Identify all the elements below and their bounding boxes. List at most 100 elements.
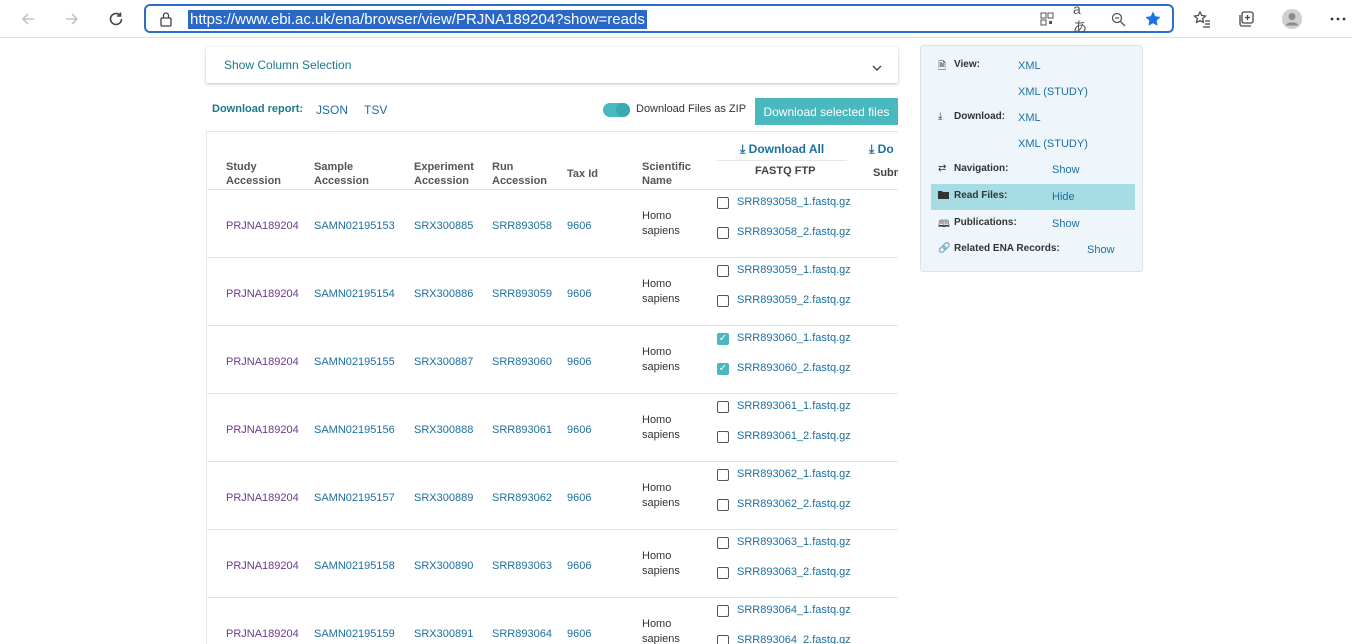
fastq-file-link[interactable]: SRR893059_2.fastq.gz — [737, 294, 851, 306]
file-checkbox[interactable]: ✓ — [717, 363, 729, 375]
tax-id-link[interactable]: 9606 — [567, 220, 591, 232]
file-checkbox[interactable] — [717, 295, 729, 307]
fastq-file-link[interactable]: SRR893062_1.fastq.gz — [737, 468, 851, 480]
download-xml-link[interactable]: XML — [1018, 112, 1041, 124]
run-accession-link[interactable]: SRR893062 — [492, 492, 552, 504]
run-accession-link[interactable]: SRR893063 — [492, 560, 552, 572]
download-json-link[interactable]: JSON — [316, 103, 348, 117]
sample-accession-link[interactable]: SAMN02195155 — [314, 356, 395, 368]
qr-code-icon[interactable] — [1038, 10, 1056, 28]
file-checkbox[interactable] — [717, 499, 729, 511]
profile-avatar-icon[interactable] — [1280, 7, 1304, 31]
navigation-show-link[interactable]: Show — [1052, 164, 1080, 176]
experiment-accession-link[interactable]: SRX300887 — [414, 356, 473, 368]
experiment-accession-link[interactable]: SRX300890 — [414, 560, 473, 572]
chevron-down-icon[interactable] — [872, 59, 882, 77]
header-scientific-name[interactable]: Scientific Name — [642, 160, 691, 188]
sample-accession-link[interactable]: SAMN02195157 — [314, 492, 395, 504]
experiment-accession-link[interactable]: SRX300886 — [414, 288, 473, 300]
experiment-accession-link[interactable]: SRX300888 — [414, 424, 473, 436]
run-accession-link[interactable]: SRR893058 — [492, 220, 552, 232]
header-run-accession[interactable]: Run Accession — [492, 160, 547, 188]
tax-id-link[interactable]: 9606 — [567, 424, 591, 436]
run-accession-link[interactable]: SRR893064 — [492, 628, 552, 640]
publications-show-link[interactable]: Show — [1052, 218, 1080, 230]
file-checkbox[interactable] — [717, 635, 729, 644]
tax-id-link[interactable]: 9606 — [567, 288, 591, 300]
url-text[interactable]: https://www.ebi.ac.uk/ena/browser/view/P… — [188, 10, 647, 29]
experiment-accession-link[interactable]: SRX300885 — [414, 220, 473, 232]
run-accession-link[interactable]: SRR893059 — [492, 288, 552, 300]
study-accession-link[interactable]: PRJNA189204 — [226, 288, 299, 300]
study-accession-link[interactable]: PRJNA189204 — [226, 560, 299, 572]
fastq-file-link[interactable]: SRR893060_2.fastq.gz — [737, 362, 851, 374]
fastq-file-link[interactable]: SRR893063_2.fastq.gz — [737, 566, 851, 578]
sample-accession-link[interactable]: SAMN02195156 — [314, 424, 395, 436]
file-checkbox[interactable] — [717, 605, 729, 617]
collections-icon[interactable] — [1234, 7, 1258, 31]
file-checkbox[interactable] — [717, 401, 729, 413]
column-selection-label[interactable]: Show Column Selection — [224, 58, 351, 72]
sample-accession-link[interactable]: SAMN02195159 — [314, 628, 395, 640]
file-checkbox[interactable] — [717, 227, 729, 239]
address-bar[interactable]: https://www.ebi.ac.uk/ena/browser/view/P… — [144, 1, 1174, 35]
study-accession-link[interactable]: PRJNA189204 — [226, 492, 299, 504]
back-arrow-icon[interactable] — [16, 7, 40, 31]
header-tax-id[interactable]: Tax Id — [567, 167, 598, 181]
file-checkbox[interactable] — [717, 537, 729, 549]
fastq-file-link[interactable]: SRR893058_2.fastq.gz — [737, 226, 851, 238]
read-aloud-icon[interactable]: aあ — [1073, 1, 1091, 35]
zoom-out-icon[interactable] — [1109, 10, 1127, 28]
header-submitted-files[interactable]: Subm — [873, 166, 898, 180]
lock-icon[interactable] — [159, 11, 173, 32]
tax-id-link[interactable]: 9606 — [567, 492, 591, 504]
run-accession-link[interactable]: SRR893061 — [492, 424, 552, 436]
header-study-accession[interactable]: Study Accession — [226, 160, 281, 188]
sample-accession-link[interactable]: SAMN02195154 — [314, 288, 395, 300]
column-selection-panel[interactable]: Show Column Selection — [206, 47, 898, 83]
tax-id-link[interactable]: 9606 — [567, 560, 591, 572]
header-fastq-ftp[interactable]: FASTQ FTP — [755, 165, 816, 177]
fastq-file-link[interactable]: SRR893064_1.fastq.gz — [737, 604, 851, 616]
file-checkbox[interactable] — [717, 197, 729, 209]
related-show-link[interactable]: Show — [1087, 244, 1115, 256]
fastq-file-link[interactable]: SRR893061_2.fastq.gz — [737, 430, 851, 442]
file-checkbox[interactable] — [717, 469, 729, 481]
favorite-star-icon[interactable] — [1144, 10, 1162, 28]
run-accession-link[interactable]: SRR893060 — [492, 356, 552, 368]
download-all-link[interactable]: ⤓ Download All — [740, 142, 824, 157]
fastq-file-link[interactable]: SRR893062_2.fastq.gz — [737, 498, 851, 510]
file-checkbox[interactable]: ✓ — [717, 333, 729, 345]
download-tsv-link[interactable]: TSV — [364, 103, 387, 117]
tax-id-link[interactable]: 9606 — [567, 628, 591, 640]
sample-accession-link[interactable]: SAMN02195153 — [314, 220, 395, 232]
fastq-file-link[interactable]: SRR893060_1.fastq.gz — [737, 332, 851, 344]
fastq-file-link[interactable]: SRR893059_1.fastq.gz — [737, 264, 851, 276]
header-experiment-accession[interactable]: Experiment Accession — [414, 160, 474, 188]
download-selected-button[interactable]: Download selected files — [755, 98, 898, 125]
experiment-accession-link[interactable]: SRX300891 — [414, 628, 473, 640]
fastq-file-link[interactable]: SRR893064_2.fastq.gz — [737, 634, 851, 644]
study-accession-link[interactable]: PRJNA189204 — [226, 628, 299, 640]
forward-arrow-icon[interactable] — [60, 7, 84, 31]
favorites-list-icon[interactable] — [1190, 7, 1214, 31]
refresh-icon[interactable] — [104, 7, 128, 31]
more-menu-icon[interactable] — [1326, 7, 1350, 31]
fastq-file-link[interactable]: SRR893063_1.fastq.gz — [737, 536, 851, 548]
zip-toggle[interactable] — [603, 103, 630, 117]
fastq-file-link[interactable]: SRR893058_1.fastq.gz — [737, 196, 851, 208]
study-accession-link[interactable]: PRJNA189204 — [226, 356, 299, 368]
download-xml-study-link[interactable]: XML (STUDY) — [1018, 138, 1088, 150]
sample-accession-link[interactable]: SAMN02195158 — [314, 560, 395, 572]
study-accession-link[interactable]: PRJNA189204 — [226, 424, 299, 436]
experiment-accession-link[interactable]: SRX300889 — [414, 492, 473, 504]
study-accession-link[interactable]: PRJNA189204 — [226, 220, 299, 232]
download-submitted-link[interactable]: ⤓ Do — [869, 142, 894, 157]
fastq-file-link[interactable]: SRR893061_1.fastq.gz — [737, 400, 851, 412]
header-sample-accession[interactable]: Sample Accession — [314, 160, 369, 188]
tax-id-link[interactable]: 9606 — [567, 356, 591, 368]
read-files-hide-link[interactable]: Hide — [1052, 191, 1075, 203]
view-xml-link[interactable]: XML — [1018, 60, 1041, 72]
file-checkbox[interactable] — [717, 431, 729, 443]
file-checkbox[interactable] — [717, 265, 729, 277]
